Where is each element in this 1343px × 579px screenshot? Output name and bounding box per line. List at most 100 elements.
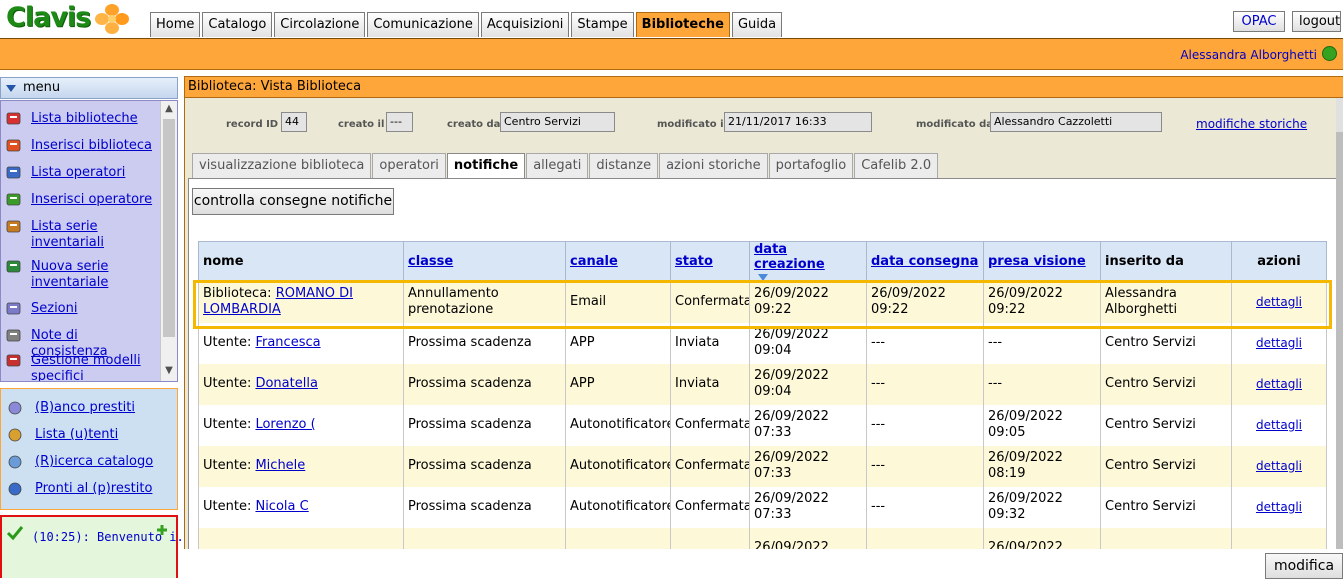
name-link[interactable]: Donatella — [255, 376, 317, 391]
nav-tab-biblioteche[interactable]: Biblioteche — [635, 12, 730, 37]
modify-button[interactable]: modifica — [1265, 553, 1343, 579]
sidebar-item-label[interactable]: Nuova serie inventariale — [31, 259, 157, 291]
logout-button[interactable]: logout — [1292, 11, 1341, 32]
details-link[interactable]: dettagli — [1256, 295, 1302, 309]
column-header[interactable]: canale — [565, 241, 671, 282]
name-link[interactable]: Nicola C — [255, 499, 308, 514]
logo-text: Clavis — [6, 2, 91, 33]
column-header-link[interactable]: classe — [408, 254, 453, 269]
details-link[interactable]: dettagli — [1256, 459, 1302, 473]
scroll-down-arrow-icon[interactable]: ▼ — [161, 363, 177, 379]
cell-by — [1100, 527, 1232, 549]
user-name-link[interactable]: Alessandra Alborghetti — [1180, 48, 1317, 62]
column-header-link[interactable]: data creazione — [754, 242, 825, 272]
table-row[interactable]: Utente: Michele Prossima scadenza Autonoti… — [198, 445, 1327, 487]
top-bar: Clavis Home Catalogo Circolazione Comunicaz… — [0, 0, 1343, 40]
sidebar-scrollbar[interactable]: ▲ ▼ — [160, 101, 177, 381]
cell-channel: APP — [565, 363, 671, 405]
scrollbar-thumb[interactable] — [163, 119, 175, 337]
quick-link-label[interactable]: (R)icerca catalogo — [35, 454, 153, 470]
subtab-operatori[interactable]: operatori — [372, 153, 446, 178]
nav-tab-circolazione[interactable]: Circolazione — [274, 12, 366, 37]
sidebar-item-label[interactable]: Gestione modelli specifici — [31, 353, 157, 381]
menu-header[interactable]: menu — [0, 77, 178, 99]
column-header[interactable]: presa visione — [983, 241, 1101, 282]
sidebar-item-label[interactable]: Inserisci operatore — [31, 192, 157, 208]
subtab-distanze[interactable]: distanze — [589, 153, 659, 178]
main-scrollbar[interactable] — [1336, 98, 1343, 552]
column-header-link[interactable]: presa visione — [988, 254, 1086, 269]
column-header[interactable]: classe — [403, 241, 566, 282]
cell-channel: Autonotificatore — [565, 486, 671, 528]
sidebar-item-label[interactable]: Sezioni — [31, 301, 157, 317]
table-row[interactable]: Utente: Lorenzo (Prossima scadenza Autono… — [198, 404, 1327, 446]
name-link[interactable]: Michele — [255, 458, 305, 473]
nav-tab-stampe[interactable]: Stampe — [571, 12, 634, 37]
nav-tab-catalogo[interactable]: Catalogo — [202, 12, 273, 37]
sidebar-item-label[interactable]: Lista serie inventariali — [31, 219, 157, 251]
cell-delivered: --- — [866, 363, 984, 405]
cell-channel: Email — [565, 281, 671, 323]
inventory-list-icon — [5, 219, 23, 235]
subtab-visualizzazione-biblioteca[interactable]: visualizzazione biblioteca — [192, 153, 372, 178]
quick-link-label[interactable]: Lista (u)tenti — [35, 427, 118, 443]
opac-button[interactable]: OPAC — [1233, 11, 1285, 32]
clavis-logo[interactable]: Clavis — [6, 2, 130, 36]
column-header-link[interactable]: canale — [570, 254, 618, 269]
ready-loan-icon — [7, 481, 25, 497]
sort-down-arrow-icon[interactable] — [758, 274, 768, 281]
main-scrollbar-thumb[interactable] — [1336, 132, 1343, 552]
name-link[interactable]: Francesca — [255, 335, 320, 350]
nav-tab-acquisizioni[interactable]: Acquisizioni — [480, 12, 570, 37]
sidebar-item-label[interactable]: Lista biblioteche — [31, 111, 157, 127]
column-header[interactable]: stato — [670, 241, 750, 282]
quick-link-label[interactable]: Pronti al (p)restito — [35, 481, 152, 497]
welcome-message[interactable]: (10:25): Benvenuto i.. — [32, 530, 191, 544]
table-row[interactable]: 26/09/2022 26/09/2022 — [198, 527, 1327, 549]
sidebar-item-label[interactable]: Lista operatori — [31, 165, 157, 181]
column-header[interactable]: data consegna — [866, 241, 984, 282]
nav-tab-home[interactable]: Home — [150, 12, 201, 37]
subtab-portafoglio[interactable]: portafoglio — [768, 153, 854, 178]
cell-created: 26/09/2022 07:33 — [749, 404, 867, 446]
details-link[interactable]: dettagli — [1256, 377, 1302, 391]
history-link[interactable]: modifiche storiche — [1196, 117, 1307, 131]
table-row[interactable]: Biblioteca: ROMANO DI LOMBARDIA Annullame… — [198, 281, 1327, 323]
created-by-value: Centro Servizi — [500, 112, 615, 132]
cell-channel — [565, 527, 671, 549]
cell-name: Utente: Francesca — [198, 322, 404, 364]
subtab-allegati[interactable]: allegati — [526, 153, 589, 178]
column-header-link[interactable]: stato — [675, 254, 713, 269]
modified-by-value: Alessandro Cazzoletti — [990, 112, 1162, 132]
column-header: azioni — [1231, 241, 1327, 282]
cell-state — [670, 527, 750, 549]
table-row[interactable]: Utente: Donatella Prossima scadenza APP Inv… — [198, 363, 1327, 405]
details-link[interactable]: dettagli — [1256, 418, 1302, 432]
cell-class: Prossima scadenza — [403, 445, 566, 487]
column-header-link[interactable]: data consegna — [871, 254, 978, 269]
modified-by-label: modificato da — [916, 119, 994, 130]
check-deliveries-button[interactable]: controlla consegne notifiche — [192, 188, 394, 215]
cell-class: Prossima scadenza — [403, 486, 566, 528]
details-link[interactable]: dettagli — [1256, 500, 1302, 514]
nav-tab-guida[interactable]: Guida — [731, 12, 783, 37]
name-link[interactable]: Lorenzo ( — [255, 417, 315, 432]
expand-plus-icon[interactable] — [157, 525, 167, 535]
subtab-notifiche[interactable]: notifiche — [446, 153, 526, 180]
flower-logo-icon — [95, 4, 129, 34]
table-row[interactable]: Utente: Francesca Prossima scadenza APP Inv… — [198, 322, 1327, 364]
column-header[interactable]: data creazione — [749, 241, 867, 282]
quick-link-label[interactable]: (B)anco prestiti — [35, 400, 135, 416]
check-icon — [6, 526, 24, 541]
cell-created: 26/09/2022 09:22 — [749, 281, 867, 323]
subtab-cafelib-2-0[interactable]: Cafelib 2.0 — [854, 153, 939, 178]
details-link[interactable]: dettagli — [1256, 336, 1302, 350]
sidebar-item-label[interactable]: Inserisci biblioteca — [31, 138, 157, 154]
nav-tab-comunicazione[interactable]: Comunicazione — [367, 12, 479, 37]
user-status-icon[interactable] — [1322, 46, 1337, 61]
table-row[interactable]: Utente: Nicola C Prossima scadenza Autonot… — [198, 486, 1327, 528]
quick-links: (B)anco prestiti Lista (u)tenti (R)icerca … — [0, 388, 178, 510]
scroll-up-arrow-icon[interactable]: ▲ — [161, 101, 177, 117]
subtab-azioni-storiche[interactable]: azioni storiche — [659, 153, 768, 178]
column-header: inserito da — [1100, 241, 1232, 282]
